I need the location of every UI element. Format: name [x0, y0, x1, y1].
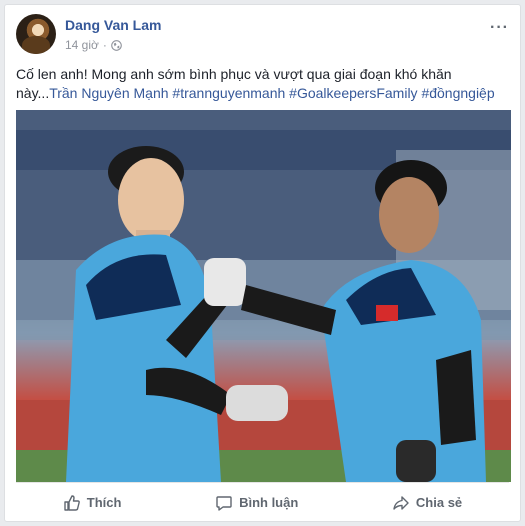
post-card: Dang Van Lam 14 giờ · ··· Cố len anh! Mo… [4, 4, 521, 522]
like-label: Thích [86, 495, 122, 510]
comment-label: Bình luận [239, 495, 299, 510]
like-button[interactable]: Thích [51, 488, 134, 518]
share-arrow-icon [393, 495, 409, 510]
post-meta: 14 giờ · [65, 38, 122, 52]
author-avatar[interactable] [16, 14, 56, 54]
post-timestamp[interactable]: 14 giờ [65, 38, 99, 52]
post-text: Cố len anh! Mong anh sớm bình phục và vư… [16, 65, 509, 103]
mention-link[interactable]: Trần Nguyên Mạnh [49, 85, 168, 101]
comment-button[interactable]: Bình luận [203, 488, 310, 518]
globe-icon[interactable] [111, 39, 122, 51]
post-photo[interactable] [16, 110, 511, 482]
post-header: Dang Van Lam 14 giờ · ··· [16, 14, 509, 58]
photo-illustration [16, 110, 511, 482]
post-actions: Thích Bình luận Chia sẻ [16, 482, 509, 522]
author-name[interactable]: Dang Van Lam [65, 17, 161, 33]
thumbs-up-icon [64, 494, 80, 511]
share-label: Chia sẻ [415, 495, 463, 510]
meta-separator: · [102, 38, 107, 52]
hashtags-link[interactable]: #trannguyenmanh #GoalkeepersFamily #đồng… [172, 85, 494, 101]
share-button[interactable]: Chia sẻ [380, 488, 474, 518]
comment-bubble-icon [216, 495, 232, 511]
more-options-icon[interactable]: ··· [490, 19, 509, 37]
